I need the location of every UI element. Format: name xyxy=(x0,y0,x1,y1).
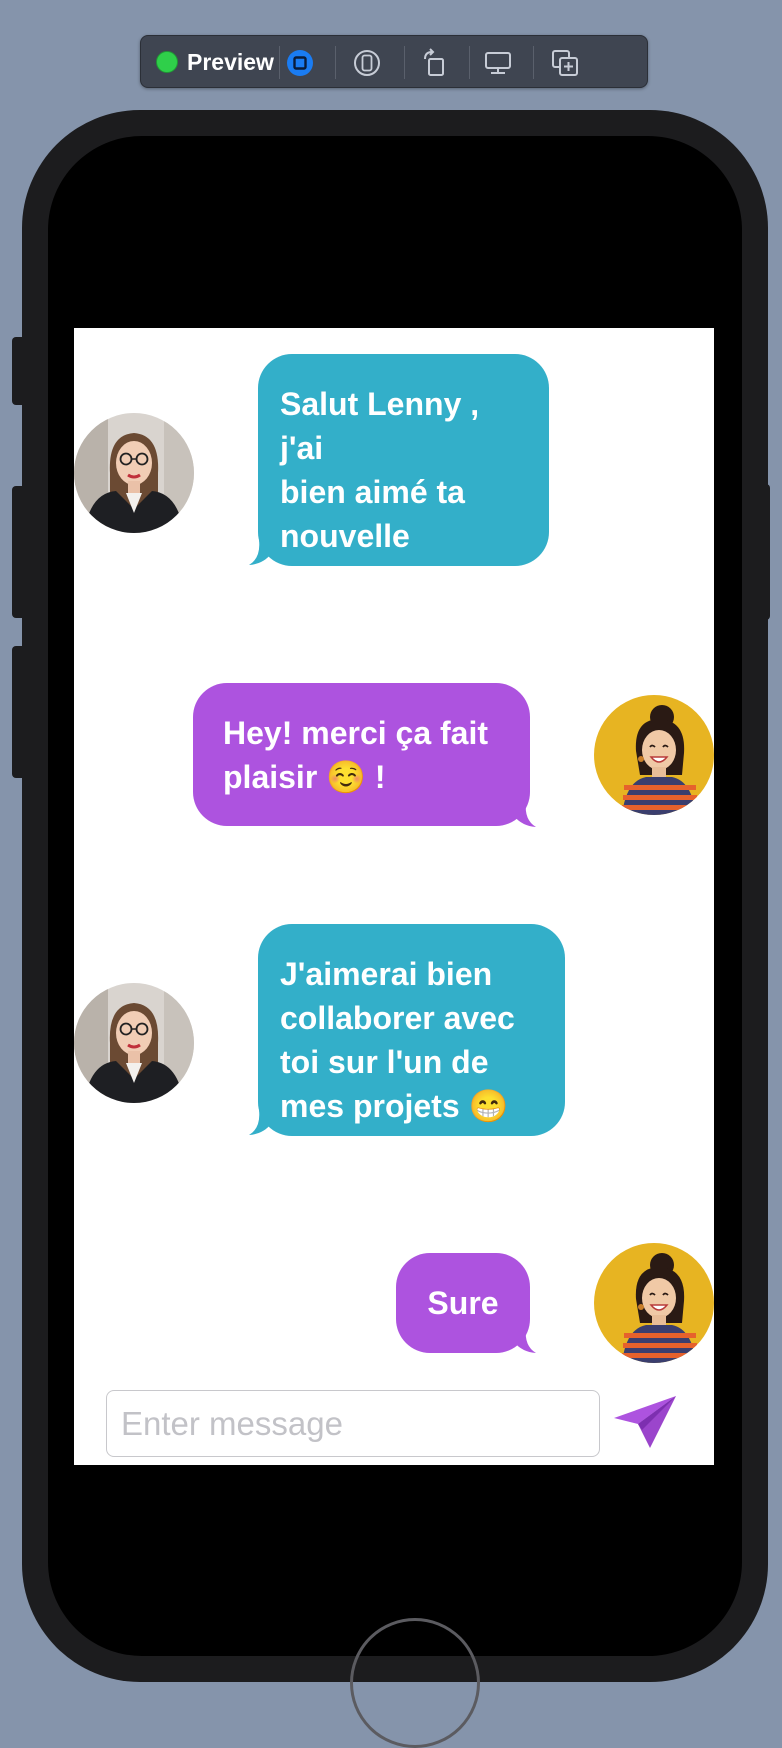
woman-glasses-avatar xyxy=(74,413,194,533)
duplicate-preview-button[interactable] xyxy=(549,47,581,79)
live-preview-button[interactable] xyxy=(284,47,316,79)
woman-yellow-avatar xyxy=(594,1243,714,1363)
duplicate-preview-icon xyxy=(552,50,578,76)
toolbar-divider xyxy=(279,46,280,79)
woman-glasses-avatar xyxy=(74,983,194,1103)
outgoing-bubble-tail xyxy=(514,1328,536,1353)
send-button[interactable] xyxy=(610,1390,682,1452)
device-inspect-button[interactable] xyxy=(351,47,383,79)
preview-toolbar: Preview xyxy=(140,35,648,88)
woman-yellow-avatar xyxy=(594,695,714,815)
incoming-bubble-tail xyxy=(249,540,271,565)
toolbar-divider xyxy=(335,46,336,79)
preview-status-icon xyxy=(156,51,178,73)
live-preview-icon xyxy=(287,50,313,76)
toolbar-divider xyxy=(533,46,534,79)
outgoing-bubble-tail xyxy=(514,802,536,827)
chat-screen: Salut Lenny , j'ai bien aimé ta nouvelle… xyxy=(74,328,714,1465)
toolbar-divider xyxy=(469,46,470,79)
message-input[interactable] xyxy=(106,1390,600,1457)
incoming-bubble-tail xyxy=(249,1110,271,1135)
toolbar-divider xyxy=(404,46,405,79)
device-settings-icon xyxy=(485,52,511,74)
preview-label: Preview xyxy=(187,49,274,75)
incoming-message-bubble: Salut Lenny , j'ai bien aimé ta nouvelle… xyxy=(258,354,549,598)
device-settings-button[interactable] xyxy=(482,47,514,79)
device-inspect-icon xyxy=(354,50,380,76)
rotate-device-button[interactable] xyxy=(418,47,450,79)
rotate-icon xyxy=(424,48,444,76)
incoming-message-bubble: J'aimerai bien collaborer avec toi sur l… xyxy=(258,924,565,1136)
paper-plane-icon xyxy=(614,1396,676,1448)
home-button[interactable] xyxy=(350,1618,480,1748)
outgoing-message-bubble: Hey! merci ça fait plaisir ☺️ ! xyxy=(193,683,530,826)
